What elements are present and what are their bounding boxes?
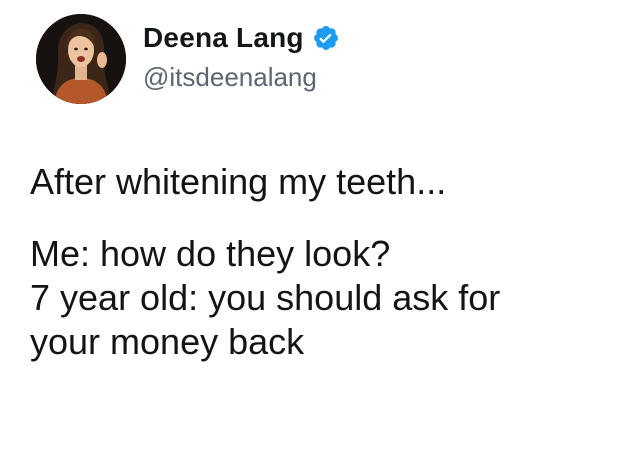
author-name-row: Deena Lang — [143, 20, 340, 56]
author-handle[interactable]: @itsdeenalang — [143, 62, 317, 93]
display-name[interactable]: Deena Lang — [143, 22, 304, 54]
tweet-line: After whitening my teeth... — [30, 161, 447, 202]
verified-checkmark-icon — [312, 24, 340, 52]
tweet-card: Deena Lang @itsdeenalang After whitening… — [0, 0, 640, 461]
avatar[interactable] — [36, 14, 126, 104]
tweet-line: 7 year old: you should ask for — [30, 277, 501, 318]
tweet-text: After whitening my teeth... Me: how do t… — [30, 160, 620, 364]
tweet-line: Me: how do they look? — [30, 233, 391, 274]
avatar-photo — [36, 14, 126, 104]
tweet-line: your money back — [30, 321, 305, 362]
